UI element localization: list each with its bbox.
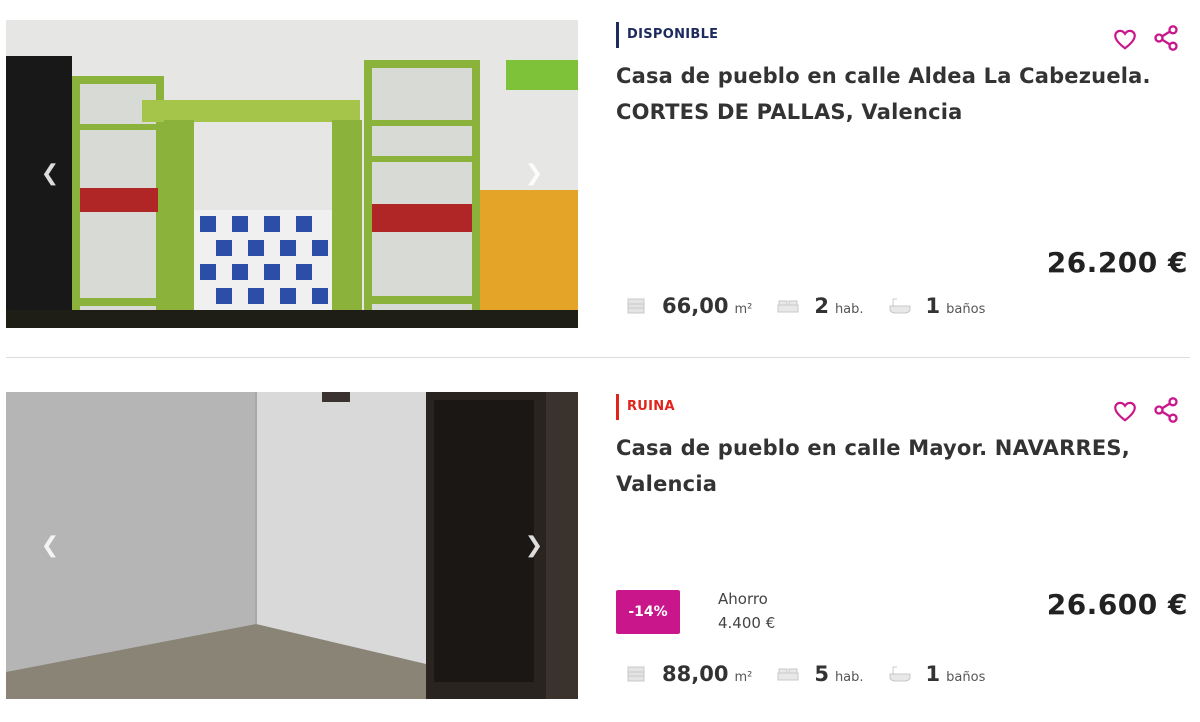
chevron-right-icon[interactable]: ❯: [520, 160, 548, 188]
property-title[interactable]: Casa de pueblo en calle Aldea La Cabezue…: [616, 58, 1156, 130]
price: 26.600 €: [1046, 588, 1188, 621]
area-unit: m²: [734, 670, 753, 685]
chevron-left-icon[interactable]: ❮: [36, 532, 64, 560]
rooms-feature: 2 hab.: [776, 294, 864, 318]
share-icon[interactable]: [1152, 24, 1180, 52]
bath-icon: [888, 664, 912, 684]
discount-badge: -14%: [616, 590, 680, 634]
area-feature: 88,00 m²: [624, 662, 752, 686]
rooms-feature: 5 hab.: [776, 662, 864, 686]
property-title[interactable]: Casa de pueblo en calle Mayor. NAVARRES,…: [616, 430, 1156, 502]
baths-feature: 1 baños: [888, 662, 986, 686]
property-card[interactable]: ❮ ❯ DISPONIBLE Casa de pueblo en calle A…: [0, 0, 1200, 358]
rooms-unit: hab.: [834, 670, 864, 685]
rooms-unit: hab.: [834, 302, 864, 317]
saving-label: Ahorro: [718, 590, 768, 608]
status-badge: DISPONIBLE: [616, 22, 718, 48]
baths-value: 1: [925, 294, 941, 318]
baths-unit: baños: [946, 302, 986, 317]
price: 26.200 €: [1046, 246, 1188, 279]
area-value: 88,00: [662, 662, 729, 686]
chevron-left-icon[interactable]: ❮: [36, 160, 64, 188]
status-badge: RUINA: [616, 394, 675, 420]
baths-feature: 1 baños: [888, 294, 986, 318]
baths-value: 1: [925, 662, 941, 686]
bed-icon: [776, 296, 800, 316]
baths-unit: baños: [946, 670, 986, 685]
area-icon: [624, 296, 648, 316]
area-feature: 66,00 m²: [624, 294, 752, 318]
rooms-value: 5: [814, 662, 829, 686]
area-icon: [624, 664, 648, 684]
room-image: [6, 392, 578, 699]
bed-icon: [776, 664, 800, 684]
property-card[interactable]: ❮ ❯ RUINA Casa de pueblo en calle Mayor.…: [0, 372, 1200, 722]
chevron-right-icon[interactable]: ❯: [520, 532, 548, 560]
property-photo[interactable]: ❮ ❯: [6, 392, 578, 699]
rooms-value: 2: [814, 294, 829, 318]
share-icon[interactable]: [1152, 396, 1180, 424]
features-row: 66,00 m² 2 hab. 1 baños: [624, 292, 1009, 320]
room-image: [6, 20, 578, 328]
area-unit: m²: [734, 302, 753, 317]
heart-icon[interactable]: [1112, 26, 1138, 52]
divider: [6, 357, 1190, 358]
bath-icon: [888, 296, 912, 316]
features-row: 88,00 m² 5 hab. 1 baños: [624, 660, 1009, 688]
saving-value: 4.400 €: [718, 614, 776, 632]
area-value: 66,00: [662, 294, 729, 318]
property-photo[interactable]: ❮ ❯: [6, 20, 578, 328]
heart-icon[interactable]: [1112, 398, 1138, 424]
